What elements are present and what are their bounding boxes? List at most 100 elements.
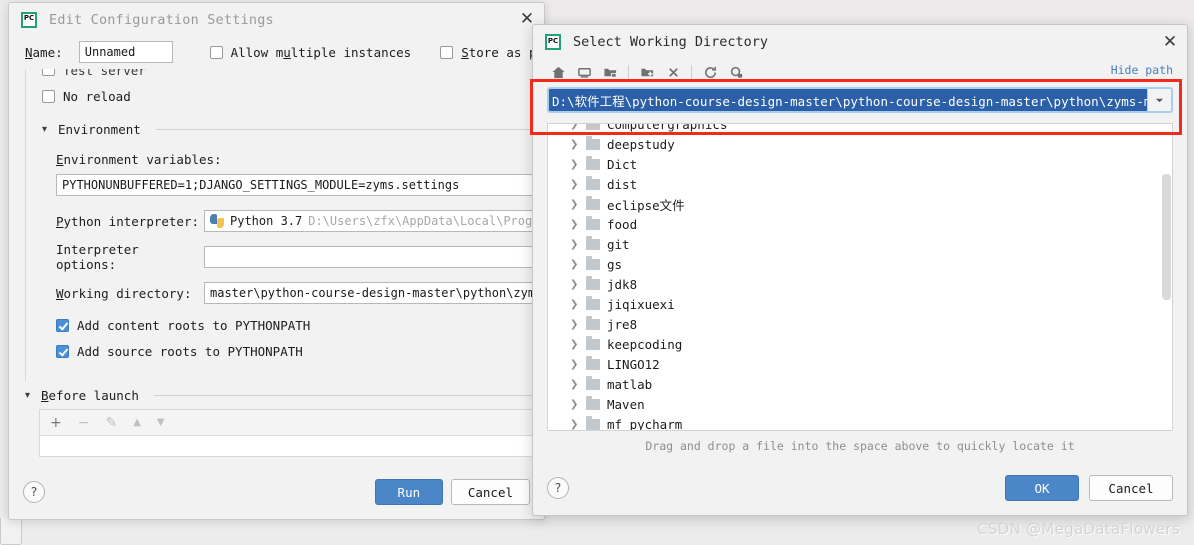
expand-chevron-icon[interactable]: ❯ (570, 379, 579, 390)
expand-chevron-icon[interactable]: ❯ (570, 279, 579, 290)
expand-chevron-icon[interactable]: ❯ (570, 339, 579, 350)
tree-item[interactable]: ❯ jdk8 (548, 274, 1172, 294)
folder-icon (586, 235, 600, 250)
home-icon[interactable] (545, 61, 571, 83)
tree-item[interactable]: ❯ jiqixuexi (548, 294, 1172, 314)
before-launch-task-list[interactable] (39, 435, 536, 457)
add-content-roots-row[interactable]: Add content roots to PYTHONPATH (56, 318, 541, 333)
show-hidden-icon[interactable] (723, 61, 749, 83)
watermark: CSDN @MegaDataFlowers (977, 520, 1180, 538)
before-launch-toolbar: + − ✎ ▲ ▼ (39, 409, 536, 435)
tree-item[interactable]: ❯ LINGO12 (548, 354, 1172, 374)
expand-chevron-icon[interactable]: ❯ (570, 199, 579, 210)
add-content-roots-checkbox[interactable] (56, 319, 69, 332)
environment-section-header[interactable]: ▾ Environment (42, 122, 541, 137)
section-divider (153, 395, 536, 396)
before-launch-header[interactable]: ▾ Before launch (25, 388, 536, 403)
interpreter-options-row: Interpreter options: (56, 242, 541, 272)
new-folder-icon[interactable] (634, 61, 660, 83)
add-source-roots-checkbox[interactable] (56, 345, 69, 358)
tree-item-label: Computergraphics (607, 123, 728, 132)
cancel-button[interactable]: Cancel (450, 479, 530, 505)
no-reload-row[interactable]: No reload (42, 89, 541, 104)
expand-chevron-icon[interactable]: ❯ (570, 219, 579, 230)
python-interpreter-label: Python interpreter: (56, 213, 199, 229)
expand-chevron-icon[interactable]: ❯ (570, 124, 579, 130)
remove-icon: − (77, 414, 90, 431)
tree-item-label: dist (607, 176, 638, 192)
tree-item[interactable]: ❯ gs (548, 254, 1172, 274)
tree-item-label: Dict (607, 156, 638, 172)
left-dialog-scroll-area[interactable]: Test server No reload ▾ Environment Envi… (25, 69, 544, 399)
expand-chevron-icon[interactable]: ❯ (570, 139, 579, 150)
python-interpreter-path: D:\Users\zfx\AppData\Local\Progra (308, 214, 538, 228)
close-icon[interactable]: ✕ (1159, 31, 1181, 53)
environment-variables-input[interactable]: PYTHONUNBUFFERED=1;DJANGO_SETTINGS_MODUL… (56, 174, 538, 196)
hide-path-link[interactable]: Hide path (1111, 63, 1173, 77)
interpreter-options-input[interactable] (204, 246, 538, 268)
expand-chevron-icon[interactable]: ❯ (570, 159, 579, 170)
tree-item[interactable]: ❯ Dict (548, 154, 1172, 174)
expand-chevron-icon[interactable]: ❯ (570, 419, 579, 430)
tree-item-label: Maven (607, 396, 645, 412)
expand-chevron-icon[interactable]: ❯ (570, 179, 579, 190)
screen: PC Edit Configuration Settings ✕ Name: U… (0, 0, 1194, 545)
cancel-button[interactable]: Cancel (1089, 475, 1173, 501)
delete-icon[interactable] (660, 61, 686, 83)
env-vars-label-row: Environment variables: (56, 149, 541, 168)
help-icon[interactable]: ? (547, 477, 569, 499)
tree-item[interactable]: ❯ mf_pycharm (548, 414, 1172, 430)
before-launch-label: Before launch (41, 388, 139, 403)
expand-chevron-icon[interactable]: ❯ (570, 239, 579, 250)
folder-icon (586, 315, 600, 330)
left-dialog-footer: ? Run Cancel (9, 465, 544, 519)
desktop-icon[interactable] (571, 61, 597, 83)
tree-item[interactable]: ❯ keepcoding (548, 334, 1172, 354)
tree-item[interactable]: ❯ dist (548, 174, 1172, 194)
refresh-icon[interactable] (697, 61, 723, 83)
run-button[interactable]: Run (374, 479, 443, 505)
python-interpreter-select[interactable]: Python 3.7 D:\Users\zfx\AppData\Local\Pr… (204, 210, 538, 232)
allow-multiple-instances-row[interactable]: Allow multiple instances (209, 45, 411, 60)
ok-button[interactable]: OK (1005, 475, 1079, 501)
folder-icon (586, 275, 600, 290)
add-source-roots-row[interactable]: Add source roots to PYTHONPATH (56, 344, 541, 359)
test-server-row[interactable]: Test server (42, 69, 541, 81)
working-directory-input[interactable]: master\python-course-design-master\pytho… (204, 282, 538, 304)
store-as-project-file-checkbox[interactable] (440, 45, 454, 59)
allow-multiple-instances-checkbox[interactable] (209, 45, 223, 59)
folder-icon (586, 195, 600, 210)
python-interpreter-value: Python 3.7 (230, 214, 303, 228)
pycharm-logo-icon: PC (545, 34, 561, 50)
tree-item[interactable]: ❯ jre8 (548, 314, 1172, 334)
tree-item-label: jdk8 (607, 276, 638, 292)
project-folder-icon[interactable] (597, 61, 623, 83)
tree-item[interactable]: ❯ Maven (548, 394, 1172, 414)
expand-chevron-icon[interactable]: ❯ (570, 399, 579, 410)
tree-item[interactable]: ❯ Computergraphics (548, 123, 1172, 134)
add-icon[interactable]: + (50, 416, 62, 430)
help-icon[interactable]: ? (23, 481, 45, 503)
tree-item[interactable]: ❯ deepstudy (548, 134, 1172, 154)
name-input[interactable]: Unnamed (78, 41, 173, 63)
expand-chevron-icon[interactable]: ❯ (570, 299, 579, 310)
expand-chevron-icon[interactable]: ❯ (570, 259, 579, 270)
window-bottom-edge (0, 518, 22, 545)
path-field-row[interactable]: D:\软件工程\python-course-design-master\pyth… (547, 87, 1173, 113)
tree-scrollbar[interactable] (1162, 174, 1171, 300)
directory-tree[interactable]: ❯ Computergraphics ❯ deepstudy ❯ Dict ❯ dist… (547, 123, 1173, 431)
path-dropdown-button[interactable] (1147, 89, 1171, 111)
expand-chevron-icon[interactable]: ❯ (570, 359, 579, 370)
path-input[interactable]: D:\软件工程\python-course-design-master\pyth… (549, 89, 1147, 111)
tree-item[interactable]: ❯ matlab (548, 374, 1172, 394)
tree-item[interactable]: ❯ eclipse文件 (548, 194, 1172, 214)
test-server-checkbox[interactable] (42, 69, 55, 76)
tree-item[interactable]: ❯ food (548, 214, 1172, 234)
store-as-project-file-row[interactable]: Store as pr (440, 45, 544, 60)
no-reload-checkbox[interactable] (42, 90, 55, 103)
expand-chevron-icon[interactable]: ❯ (570, 319, 579, 330)
tree-item[interactable]: ❯ git (548, 234, 1172, 254)
right-dialog-title: Select Working Directory (573, 34, 769, 50)
left-dialog-titlebar: PC Edit Configuration Settings ✕ (9, 3, 544, 36)
folder-icon (586, 295, 600, 310)
